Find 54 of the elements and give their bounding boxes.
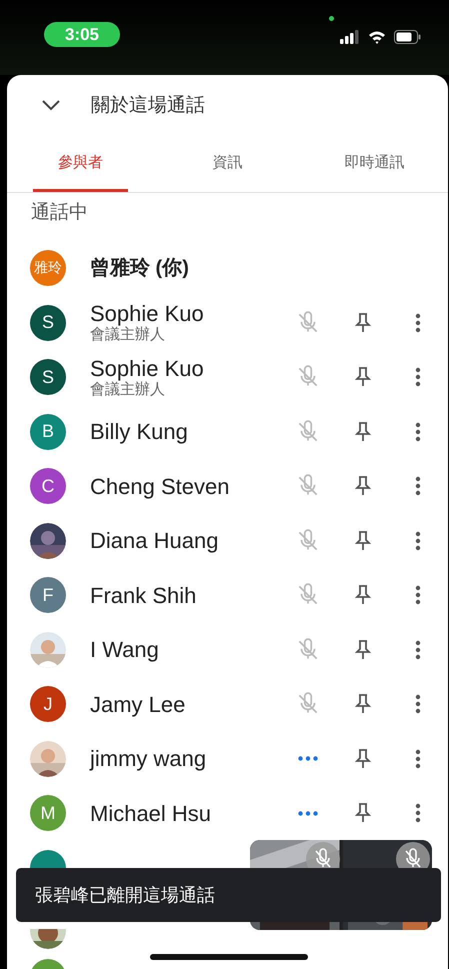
more-vert-icon [415, 312, 421, 333]
tab[interactable]: 資訊 [180, 135, 275, 192]
avatar: F [30, 577, 66, 614]
participant-name: Jamy Lee [90, 692, 186, 717]
avatar: M [30, 795, 66, 832]
participant-name: Frank Shih [90, 582, 198, 608]
more-vert-icon [415, 367, 421, 388]
time-pill: 3:05 [44, 22, 120, 47]
participant-row[interactable]: S Sophie Kuo 會議主辦人 [7, 296, 448, 350]
camera-indicator-icon [329, 16, 334, 21]
participant-row[interactable]: M Michael Hsu [7, 786, 448, 840]
participant-name: Sophie Kuo [90, 301, 205, 326]
participant-row[interactable]: F Frank Shih [7, 568, 448, 622]
participant-name: Sophie Kuo [90, 356, 205, 381]
participant-role: 會議主辦人 [90, 380, 166, 399]
participant-row[interactable]: C Cheng Steven [7, 459, 448, 514]
participant-name: Michael Hsu [90, 800, 212, 826]
avatar: B [30, 414, 66, 450]
left-call-toast: 張碧峰已離開這場通話 [16, 868, 441, 922]
more-vert-icon [415, 748, 421, 769]
tab[interactable]: 即時通訊 [327, 135, 422, 192]
tab[interactable]: 參與者 [33, 135, 128, 192]
more-vert-icon [415, 530, 421, 551]
more-vert-icon [415, 640, 421, 660]
participant-row[interactable]: B Billy Kung [7, 404, 448, 459]
participant-name: Diana Huang [90, 528, 220, 554]
sheet-title: 關於這場通話 [91, 94, 205, 118]
participant-name: Billy Kung [90, 419, 189, 444]
more-vert-icon [415, 422, 421, 442]
participant-row[interactable]: jimmy wang [7, 732, 448, 786]
participant-row[interactable]: I Wang [7, 622, 448, 677]
participant-row[interactable]: S Sophie Kuo 會議主辦人 [7, 350, 448, 404]
avatar: C [30, 468, 66, 504]
more-vert-icon [415, 803, 421, 824]
section-heading: 通話中 [30, 201, 89, 225]
battery-icon [394, 30, 421, 44]
wifi-icon [368, 30, 386, 44]
participant-name: I Wang [90, 637, 160, 662]
more-vert-icon [415, 585, 421, 606]
chevron-down-icon [41, 99, 61, 111]
avatar: 雅玲 [30, 250, 66, 286]
more-vert-icon [415, 694, 421, 714]
avatar: S [30, 359, 66, 396]
participant-row[interactable]: Diana Huang [7, 514, 448, 568]
signal-icon [340, 30, 360, 44]
avatar: S [30, 304, 66, 341]
more-vert-icon [415, 476, 421, 496]
participant-row[interactable]: J Jamy Lee [7, 677, 448, 732]
participant-name: Cheng Steven [90, 474, 230, 499]
avatar: J [30, 686, 66, 722]
participant-name: jimmy wang [90, 746, 208, 772]
participant-name: 曾雅玲 (你) [90, 256, 190, 281]
participant-role: 會議主辦人 [90, 326, 166, 344]
participant-row[interactable]: 雅玲 曾雅玲 (你) [7, 241, 448, 296]
